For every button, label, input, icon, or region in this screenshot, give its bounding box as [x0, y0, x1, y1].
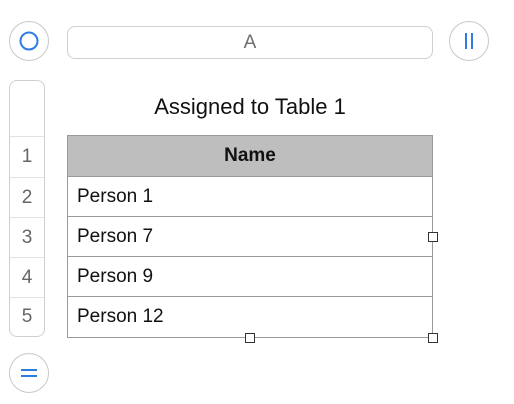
row-number-3[interactable]: 3 — [10, 217, 44, 257]
row-number-4[interactable]: 4 — [10, 257, 44, 297]
add-column-button[interactable] — [449, 21, 489, 61]
row-number-1[interactable]: 1 — [10, 136, 44, 177]
pause-bars-icon — [465, 33, 473, 49]
resize-handle-corner[interactable] — [428, 333, 438, 343]
table-cell[interactable]: Person 9 — [68, 257, 432, 297]
data-table[interactable]: Name Person 1 Person 7 Person 9 Person 1… — [67, 135, 433, 338]
table-title: Assigned to Table 1 — [154, 94, 346, 119]
resize-handle-bottom[interactable] — [245, 333, 255, 343]
resize-handle-right[interactable] — [428, 232, 438, 242]
table-header-name[interactable]: Name — [68, 136, 432, 177]
add-row-button[interactable] — [9, 353, 49, 393]
table-cell[interactable]: Person 7 — [68, 217, 432, 257]
table-cell[interactable]: Person 1 — [68, 177, 432, 217]
select-all-button[interactable] — [9, 21, 49, 61]
circle-icon — [19, 31, 39, 51]
column-header-a[interactable]: A — [67, 26, 433, 59]
row-header-strip: 1 2 3 4 5 — [9, 80, 45, 337]
equals-icon — [21, 369, 37, 377]
column-header-label: A — [243, 31, 257, 53]
row-number-2[interactable]: 2 — [10, 177, 44, 217]
row-number-5[interactable]: 5 — [10, 297, 44, 336]
table-cell[interactable]: Person 12 — [68, 297, 432, 337]
